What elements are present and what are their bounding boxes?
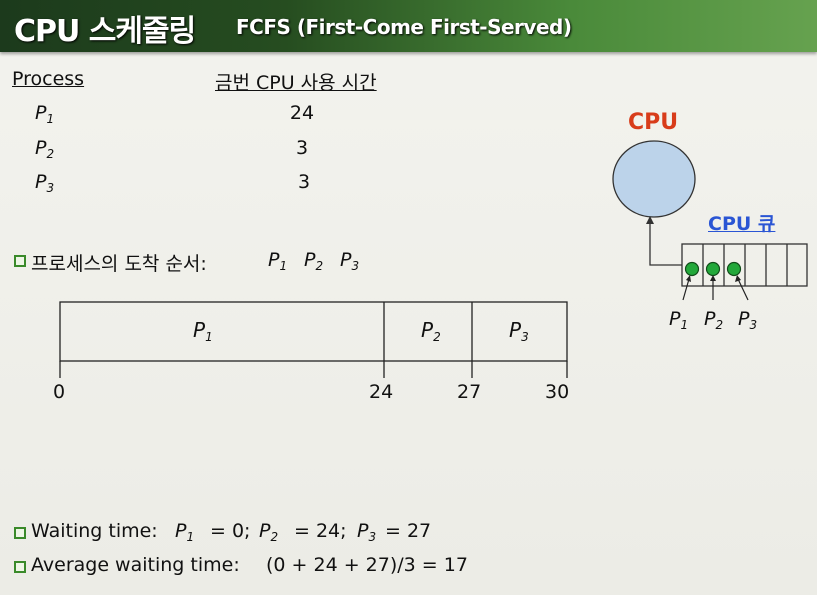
cpu-queue-label: CPU 큐 xyxy=(708,213,776,235)
gantt-tick-24: 24 xyxy=(369,381,394,403)
queue-process-dot-2 xyxy=(705,261,721,277)
bullet-icon xyxy=(14,561,26,573)
queue-arrow-1 xyxy=(682,278,690,301)
waiting-p3: P3 xyxy=(357,520,377,544)
cpu-circle xyxy=(612,140,696,218)
waiting-p2-value: = 24; xyxy=(294,520,347,542)
waiting-p3-value: = 27 xyxy=(385,520,432,542)
diagram-graphics xyxy=(59,140,808,378)
waiting-time-label: Waiting time: xyxy=(31,520,158,542)
queue-process-label-2: P2 xyxy=(704,308,724,332)
waiting-p2: P2 xyxy=(259,520,279,544)
queue-arrow-3 xyxy=(737,278,749,301)
average-waiting-formula: (0 + 24 + 27)/3 = 17 xyxy=(266,554,468,576)
gantt-outline xyxy=(59,301,568,362)
queue-process-label-3: P3 xyxy=(738,308,758,332)
queue-arrowhead-1 xyxy=(686,275,691,282)
gantt-tick-30: 30 xyxy=(545,381,570,403)
gantt-bar-label-p2: P2 xyxy=(421,318,441,344)
gantt-bar-label-p3: P3 xyxy=(509,318,529,344)
gantt-tick-27: 27 xyxy=(457,381,482,403)
gantt-bar-label-p1: P1 xyxy=(193,318,213,344)
bullet-icon xyxy=(14,527,26,539)
gantt-tick-0: 0 xyxy=(53,381,66,403)
queue-process-dot-3 xyxy=(726,261,742,277)
waiting-p1-value: = 0; xyxy=(210,520,251,542)
queue-process-dot-1 xyxy=(684,261,700,277)
waiting-p1: P1 xyxy=(175,520,195,544)
queue-process-label-1: P1 xyxy=(669,308,689,332)
queue-to-cpu-connector xyxy=(649,218,682,266)
average-waiting-label: Average waiting time: xyxy=(31,554,240,576)
queue-arrowhead-3 xyxy=(735,275,741,282)
cpu-label: CPU xyxy=(628,110,679,135)
queue-arrowhead-2 xyxy=(710,275,716,281)
